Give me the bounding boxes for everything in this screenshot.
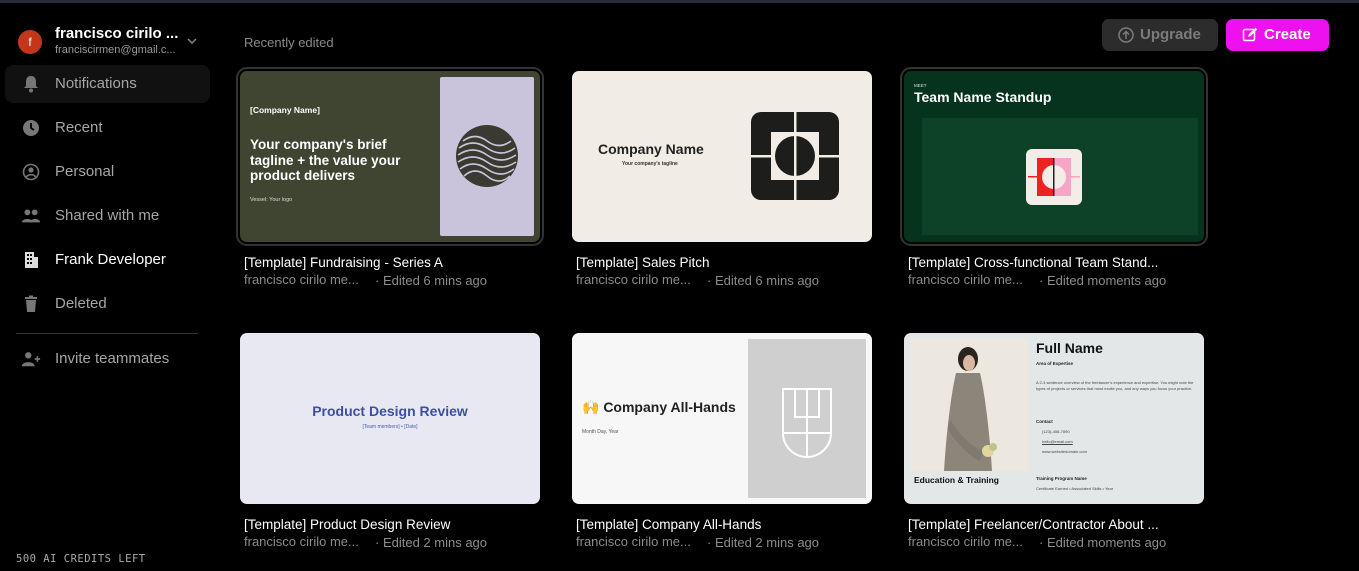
users-icon — [21, 209, 41, 223]
account-name: francisco cirilo ... — [55, 25, 179, 42]
create-label: Create — [1264, 26, 1311, 43]
building-icon — [25, 252, 38, 268]
bell-icon — [24, 76, 38, 93]
wave-globe-icon — [456, 125, 518, 187]
thumb-company: Company Name — [598, 141, 704, 157]
deck-thumbnail[interactable]: [Company Name] Your company's brief tagl… — [236, 67, 544, 246]
deck-thumbnail[interactable]: Company Name Your company's tagline — [572, 71, 872, 242]
chevron-down-icon — [187, 38, 197, 45]
thumb-program: Training Program Name — [1036, 476, 1087, 481]
deck-author: francisco cirilo me... — [908, 534, 1023, 549]
thumb-contact-email: hello@email.com — [1042, 439, 1073, 444]
thumb-kicker: MEET — [914, 83, 927, 88]
section-title: Recently edited — [244, 35, 334, 50]
thumb-contact-phone: (123)-456-7890 — [1042, 429, 1070, 434]
deck-title[interactable]: [Template] Fundraising - Series A — [244, 255, 544, 270]
sidebar-item-notifications[interactable]: Notifications — [5, 65, 210, 103]
deck-edited-time: · Edited 2 mins ago — [375, 535, 488, 550]
thumb-footer: Vessel: Your logo — [250, 197, 293, 203]
deck-edited-time: · Edited 6 mins ago — [707, 273, 820, 288]
avatar: f — [18, 30, 42, 54]
edit-icon — [1242, 27, 1258, 42]
deck-edited-time: · Edited moments ago — [1039, 535, 1167, 550]
sidebar-item-deleted[interactable]: Deleted — [5, 285, 210, 323]
account-switcher[interactable]: f francisco cirilo ... franciscirmen@gma… — [18, 25, 208, 61]
deck-edited-time: · Edited moments ago — [1039, 273, 1167, 288]
deck-title[interactable]: [Template] Cross-functional Team Stand..… — [908, 255, 1208, 270]
thumb-heading: Product Design Review — [312, 403, 468, 419]
thumb-tagline: Your company's tagline — [622, 161, 678, 167]
arrow-up-circle-icon — [1118, 27, 1134, 43]
thumb-sub: [Team members] • [Date] — [362, 424, 418, 430]
thumb-program-sub: Certificate Earned • Associated Skills •… — [1036, 486, 1114, 491]
sidebar-item-label: Invite teammates — [55, 350, 170, 367]
deck-author: francisco cirilo me... — [244, 534, 359, 549]
deck-title[interactable]: [Template] Company All-Hands — [576, 517, 876, 532]
deck-title[interactable]: [Template] Product Design Review — [244, 517, 544, 532]
sidebar-item-label: Shared with me — [55, 207, 160, 224]
arch-logo-icon — [782, 388, 832, 458]
sidebar-item-personal[interactable]: Personal — [5, 153, 210, 191]
thumb-contact-web: www.websitedomain.com — [1042, 449, 1087, 454]
thumb-headline: Your company's brief tagline + the value… — [250, 137, 401, 183]
thumb-expertise: Area of Expertise — [1036, 361, 1074, 366]
sidebar: f francisco cirilo ... franciscirmen@gma… — [0, 3, 216, 571]
trash-icon — [25, 295, 37, 312]
sidebar-item-workspace[interactable]: Frank Developer — [5, 241, 210, 279]
logo-mark-icon — [751, 112, 839, 200]
deck-thumbnail[interactable]: 🙌 Company All-Hands Month Day, Year — [572, 333, 872, 504]
account-email: franciscirmen@gmail.c... — [55, 44, 176, 56]
deck-thumbnail[interactable]: MEET Team Name Standup — [900, 67, 1208, 246]
thumb-name: Full Name — [1036, 340, 1103, 356]
deck-title[interactable]: [Template] Sales Pitch — [576, 255, 876, 270]
upgrade-button[interactable]: Upgrade — [1102, 19, 1218, 51]
standup-logo-icon — [1026, 149, 1082, 205]
deck-edited-time: · Edited 2 mins ago — [707, 535, 820, 550]
deck-author: francisco cirilo me... — [576, 272, 691, 287]
thumb-heading: 🙌 Company All-Hands — [582, 399, 736, 415]
sidebar-item-label: Frank Developer — [55, 251, 166, 268]
user-circle-icon — [22, 163, 40, 181]
thumb-heading: Team Name Standup — [914, 89, 1052, 105]
thumb-date: Month Day, Year — [582, 429, 619, 435]
portrait-photo — [910, 339, 1028, 471]
thumb-company: [Company Name] — [250, 105, 320, 115]
sidebar-item-label: Deleted — [55, 295, 107, 312]
clock-icon — [23, 120, 39, 136]
deck-author: francisco cirilo me... — [244, 272, 359, 287]
deck-author: francisco cirilo me... — [908, 272, 1023, 287]
sidebar-item-label: Personal — [55, 163, 115, 180]
deck-edited-time: · Edited 6 mins ago — [375, 273, 488, 288]
deck-thumbnail[interactable]: Product Design Review [Team members] • [… — [240, 333, 540, 504]
sidebar-divider — [16, 333, 198, 334]
sidebar-item-recent[interactable]: Recent — [5, 109, 210, 147]
create-button[interactable]: Create — [1226, 19, 1329, 51]
upgrade-label: Upgrade — [1140, 26, 1201, 43]
thumb-education: Education & Training — [914, 475, 1000, 485]
invite-teammates-button[interactable]: Invite teammates — [5, 340, 210, 378]
thumb-bio: A 2-3 sentence overview of the freelance… — [1036, 380, 1194, 391]
user-plus-icon — [21, 352, 41, 367]
deck-author: francisco cirilo me... — [576, 534, 691, 549]
deck-thumbnail[interactable]: Education & Training Full Name Area of E… — [904, 333, 1204, 504]
sidebar-item-label: Notifications — [55, 75, 137, 92]
deck-title[interactable]: [Template] Freelancer/Contractor About .… — [908, 517, 1208, 532]
thumb-contact-label: Contact — [1036, 419, 1053, 424]
sidebar-item-label: Recent — [55, 119, 103, 136]
ai-credits-counter: 500 AI CREDITS LEFT — [16, 553, 146, 565]
sidebar-item-shared[interactable]: Shared with me — [5, 197, 210, 235]
